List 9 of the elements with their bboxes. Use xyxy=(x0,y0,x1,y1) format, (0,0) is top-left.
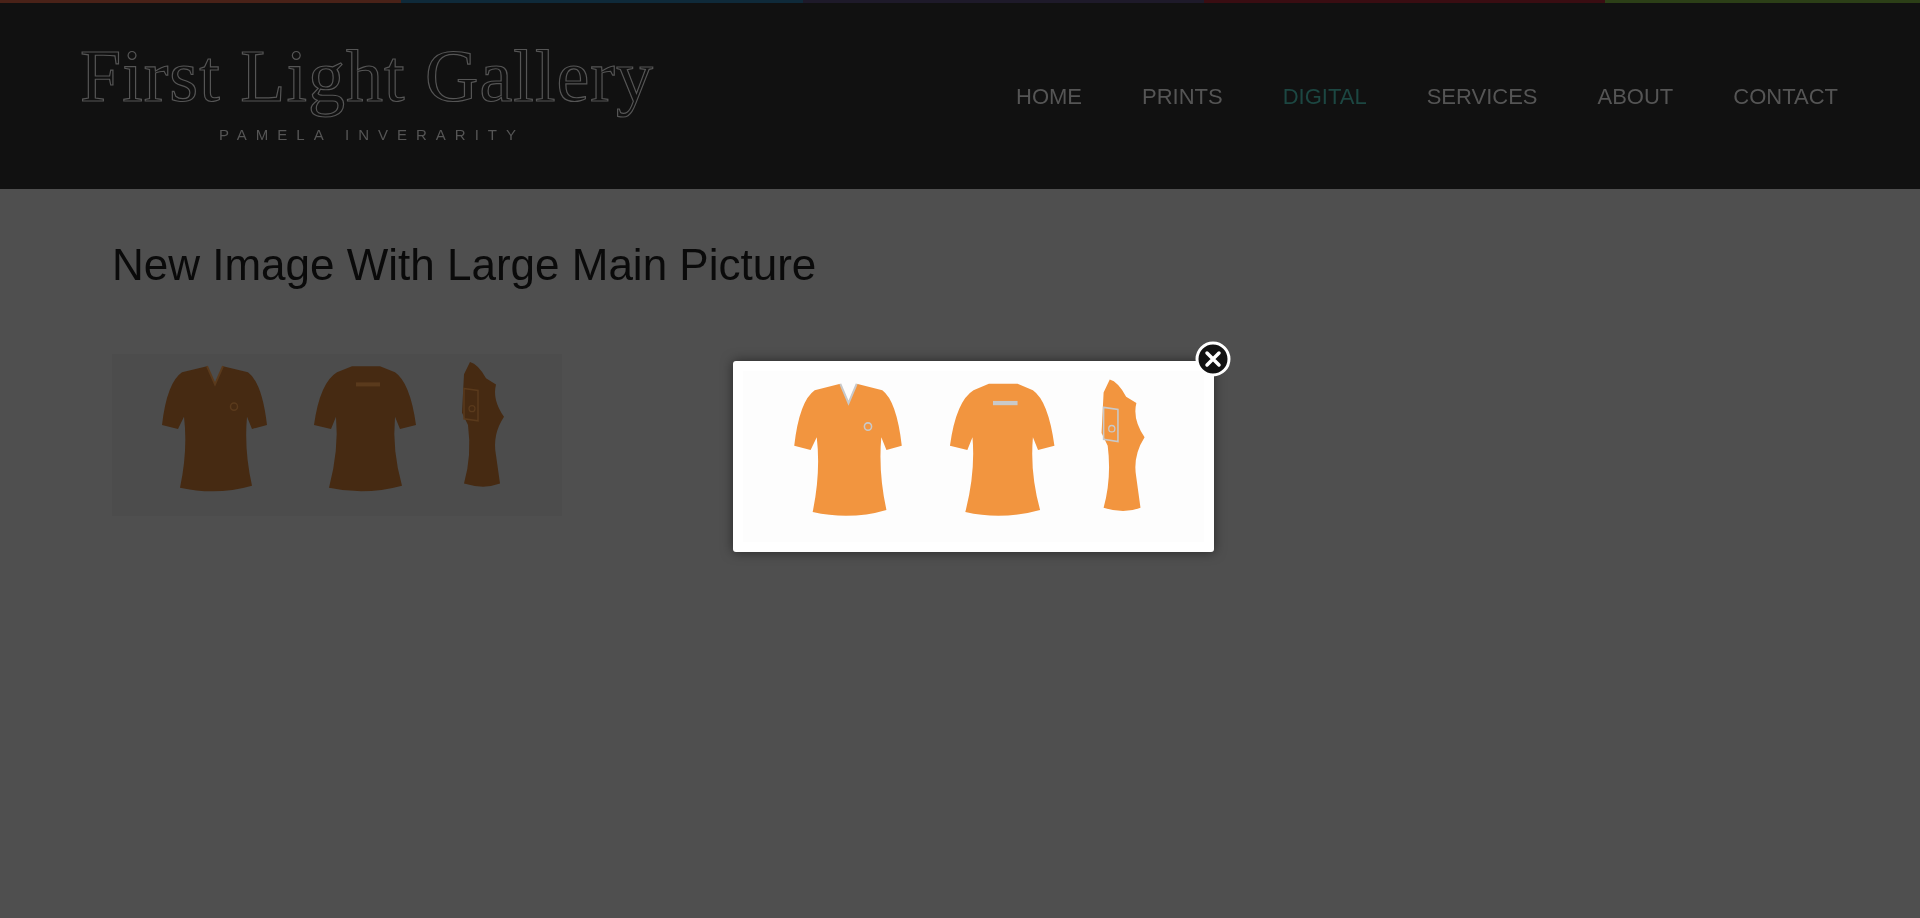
nav-link[interactable]: SERVICES xyxy=(1426,79,1538,113)
nav-link[interactable]: PRINTS xyxy=(1142,79,1223,113)
logo-subtitle: PAMELA INVERARITY xyxy=(217,124,525,145)
nav-link[interactable]: CONTACT xyxy=(1733,79,1838,113)
logo-title: First Light Gallery xyxy=(79,33,655,120)
page-title: New Image With Large Main Picture xyxy=(112,239,818,291)
nav-link[interactable]: HOME xyxy=(1016,79,1082,113)
nav-link[interactable]: ABOUT xyxy=(1597,79,1674,113)
close-button[interactable] xyxy=(1195,341,1231,377)
